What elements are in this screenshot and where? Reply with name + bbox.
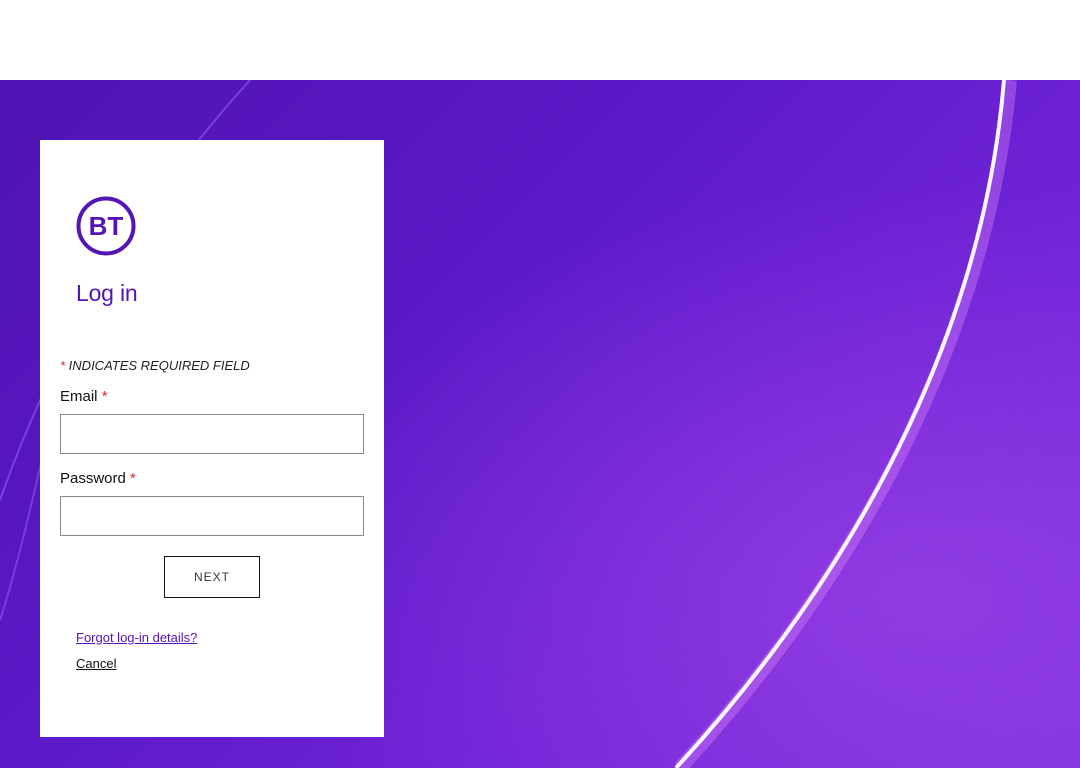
password-label-text: Password [60,470,126,487]
next-button[interactable]: NEXT [164,556,260,598]
login-card: BT Log in * INDICATES REQUIRED FIELD Ema… [40,140,384,737]
password-required-asterisk: * [130,470,136,487]
required-field-note: * INDICATES REQUIRED FIELD [60,358,250,373]
page-title: Log in [76,280,138,306]
bt-logo: BT [76,196,136,256]
bt-logo-text: BT [89,211,124,241]
email-field[interactable] [60,414,364,454]
cancel-link[interactable]: Cancel [76,656,116,671]
email-required-asterisk: * [101,388,108,405]
password-field[interactable] [60,496,364,536]
required-note-text: INDICATES REQUIRED FIELD [65,358,250,373]
forgot-login-link[interactable]: Forgot log-in details? [76,630,197,645]
top-header-bar [0,0,1080,80]
email-label: Email * [60,388,108,405]
password-label: Password * [60,470,136,487]
email-label-text: Email [60,388,98,405]
